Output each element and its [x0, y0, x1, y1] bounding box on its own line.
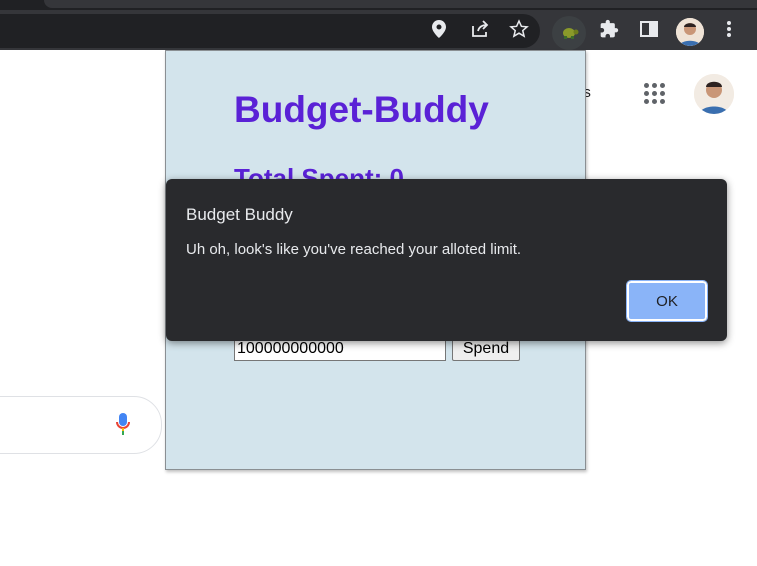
- side-panel-icon[interactable]: [636, 16, 662, 42]
- ok-button[interactable]: OK: [626, 280, 708, 322]
- extension-turtle-icon[interactable]: [552, 16, 586, 50]
- location-pin-icon[interactable]: [426, 16, 452, 42]
- google-apps-icon[interactable]: [644, 83, 666, 105]
- address-bar[interactable]: [0, 14, 540, 48]
- avatar[interactable]: [676, 18, 704, 46]
- active-tab-edge: [44, 0, 757, 8]
- browser-toolbar: [0, 0, 757, 50]
- tab-strip: [0, 0, 757, 10]
- google-account-avatar[interactable]: [694, 74, 734, 114]
- alert-title: Budget Buddy: [186, 205, 293, 224]
- google-search-box[interactable]: [0, 396, 162, 454]
- page-title: Budget-Buddy: [234, 89, 489, 130]
- microphone-icon[interactable]: [116, 413, 130, 439]
- kebab-menu-icon[interactable]: [716, 16, 742, 42]
- puzzle-icon[interactable]: [596, 16, 622, 42]
- alert-message: Uh oh, look's like you've reached your a…: [186, 241, 522, 258]
- alert-dialog: Budget Buddy Uh oh, look's like you've r…: [166, 179, 727, 341]
- share-icon[interactable]: [467, 16, 493, 42]
- star-icon[interactable]: [506, 16, 532, 42]
